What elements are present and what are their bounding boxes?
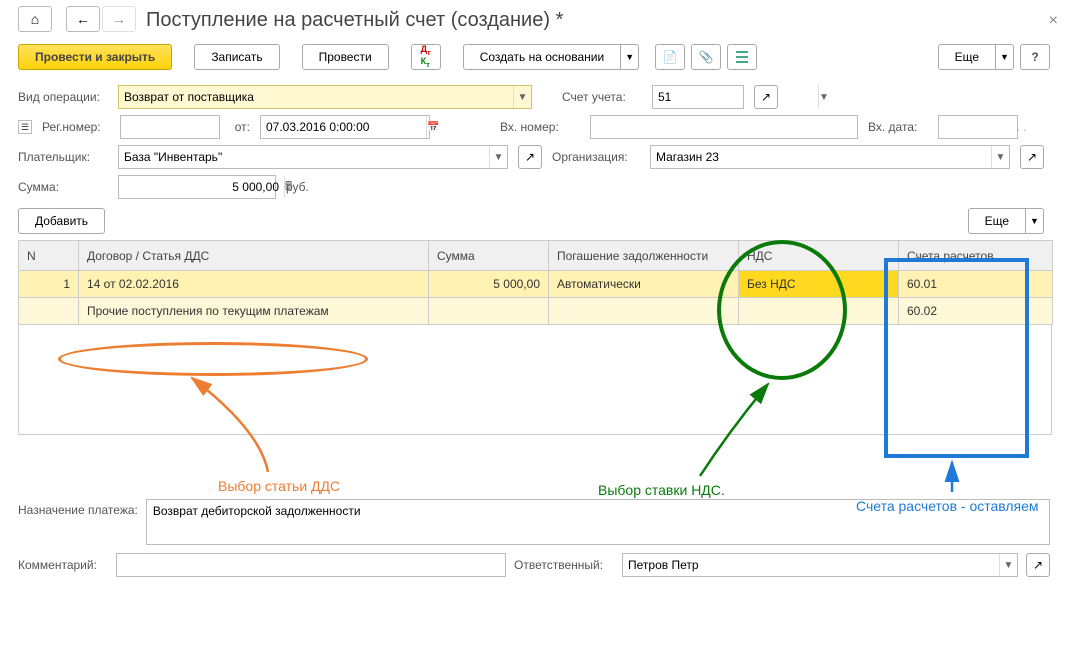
sum-label: Сумма: xyxy=(18,180,108,194)
page-title: Поступление на расчетный счет (создание)… xyxy=(146,7,563,32)
org-lookup[interactable]: ▼ xyxy=(650,145,1010,169)
page-icon xyxy=(663,50,678,64)
add-row-button[interactable]: Добавить xyxy=(18,208,105,234)
regno-icon: ☰ xyxy=(18,120,32,134)
table-body-blank[interactable] xyxy=(18,325,1052,435)
list-icon xyxy=(736,51,748,64)
open-icon xyxy=(1027,150,1037,164)
table-row[interactable]: Прочие поступления по текущим платежам 6… xyxy=(19,298,1053,325)
chevron-down-icon[interactable]: ▼ xyxy=(513,86,531,108)
in-date-label: Вх. дата: xyxy=(868,120,928,134)
table-row[interactable]: 1 14 от 02.02.2016 5 000,00 Автоматическ… xyxy=(19,271,1053,298)
chevron-down-icon[interactable]: ▼ xyxy=(818,86,829,108)
table-more-button[interactable]: Еще xyxy=(968,208,1026,234)
account-open-button[interactable] xyxy=(754,85,778,109)
back-button[interactable]: ← xyxy=(66,6,100,32)
cell-debt[interactable]: Автоматически xyxy=(549,271,739,298)
currency-label: руб. xyxy=(286,180,316,194)
attachments-button[interactable] xyxy=(691,44,721,70)
calendar-icon[interactable]: 📅 xyxy=(426,116,439,138)
list-button[interactable] xyxy=(727,44,757,70)
cell-acc[interactable]: 60.01 xyxy=(899,271,1053,298)
in-no-input[interactable] xyxy=(590,115,858,139)
chevron-down-icon[interactable]: ▼ xyxy=(999,554,1017,576)
date-picker[interactable]: 📅 xyxy=(260,115,430,139)
sum-input[interactable] xyxy=(119,176,284,198)
payer-label: Плательщик: xyxy=(18,150,108,164)
cell-sum[interactable]: 5 000,00 xyxy=(429,271,549,298)
cell-dds[interactable]: Прочие поступления по текущим платежам xyxy=(79,298,429,325)
open-icon xyxy=(761,90,771,104)
more-dropdown[interactable]: ▼ xyxy=(996,44,1014,70)
cell-contract[interactable]: 14 от 02.02.2016 xyxy=(79,271,429,298)
cell-acc2[interactable]: 60.02 xyxy=(899,298,1053,325)
comment-input[interactable] xyxy=(116,553,506,577)
home-icon: ⌂ xyxy=(31,11,39,27)
org-open-button[interactable] xyxy=(1020,145,1044,169)
operation-type-label: Вид операции: xyxy=(18,90,108,104)
payer-lookup[interactable]: ▼ xyxy=(118,145,508,169)
arrow-left-icon: ← xyxy=(76,11,90,27)
open-icon xyxy=(1033,558,1043,572)
org-input[interactable] xyxy=(651,146,991,168)
col-contract[interactable]: Договор / Статья ДДС xyxy=(79,241,429,271)
forward-button[interactable]: → xyxy=(102,6,136,32)
col-vat[interactable]: НДС xyxy=(739,241,899,271)
regno-input[interactable] xyxy=(120,115,220,139)
save-button[interactable]: Записать xyxy=(194,44,279,70)
open-icon xyxy=(525,150,535,164)
payer-open-button[interactable] xyxy=(518,145,542,169)
cell-n: 1 xyxy=(19,271,79,298)
home-button[interactable]: ⌂ xyxy=(18,6,52,32)
responsible-label: Ответственный: xyxy=(514,558,614,572)
responsible-lookup[interactable]: ▼ xyxy=(622,553,1018,577)
more-button[interactable]: Еще xyxy=(938,44,996,70)
in-date-input[interactable] xyxy=(939,116,1068,138)
from-label: от: xyxy=(230,120,250,134)
linked-docs-button[interactable] xyxy=(655,44,685,70)
dtct-button[interactable]: ДтКт xyxy=(411,44,441,70)
post-and-close-button[interactable]: Провести и закрыть xyxy=(18,44,172,70)
chevron-down-icon[interactable]: ▼ xyxy=(991,146,1009,168)
comment-label: Комментарий: xyxy=(18,558,108,572)
in-date-picker[interactable]: 📅 xyxy=(938,115,1018,139)
payer-input[interactable] xyxy=(119,146,489,168)
chevron-down-icon[interactable]: ▼ xyxy=(489,146,507,168)
memo-label: Назначение платежа: xyxy=(18,499,138,517)
help-button[interactable]: ? xyxy=(1020,44,1050,70)
org-label: Организация: xyxy=(552,150,640,164)
regno-label: Рег.номер: xyxy=(42,120,110,134)
col-acc[interactable]: Счета расчетов xyxy=(899,241,1053,271)
date-input[interactable] xyxy=(261,116,426,138)
table-more-dropdown[interactable]: ▼ xyxy=(1026,208,1044,234)
post-button[interactable]: Провести xyxy=(302,44,389,70)
close-button[interactable]: × xyxy=(1049,12,1058,30)
cell-vat[interactable]: Без НДС xyxy=(739,271,899,298)
responsible-input[interactable] xyxy=(623,554,999,576)
account-label: Счет учета: xyxy=(562,90,642,104)
create-based-dropdown[interactable]: ▼ xyxy=(621,44,639,70)
col-sum[interactable]: Сумма xyxy=(429,241,549,271)
create-based-button[interactable]: Создать на основании xyxy=(463,44,622,70)
in-no-label: Вх. номер: xyxy=(500,120,580,134)
account-input[interactable] xyxy=(653,86,818,108)
memo-input[interactable]: Возврат дебиторской задолженности xyxy=(146,499,1050,545)
operation-type-input[interactable] xyxy=(119,86,513,108)
details-table: N Договор / Статья ДДС Сумма Погашение з… xyxy=(18,240,1053,325)
clip-icon xyxy=(699,50,714,64)
dtct-icon: ДтКт xyxy=(421,45,431,69)
account-select[interactable]: ▼ xyxy=(652,85,744,109)
col-debt[interactable]: Погашение задолженности xyxy=(549,241,739,271)
sum-input-wrap[interactable] xyxy=(118,175,276,199)
arrow-right-icon: → xyxy=(112,11,126,27)
responsible-open-button[interactable] xyxy=(1026,553,1050,577)
col-n[interactable]: N xyxy=(19,241,79,271)
operation-type-select[interactable]: ▼ xyxy=(118,85,532,109)
